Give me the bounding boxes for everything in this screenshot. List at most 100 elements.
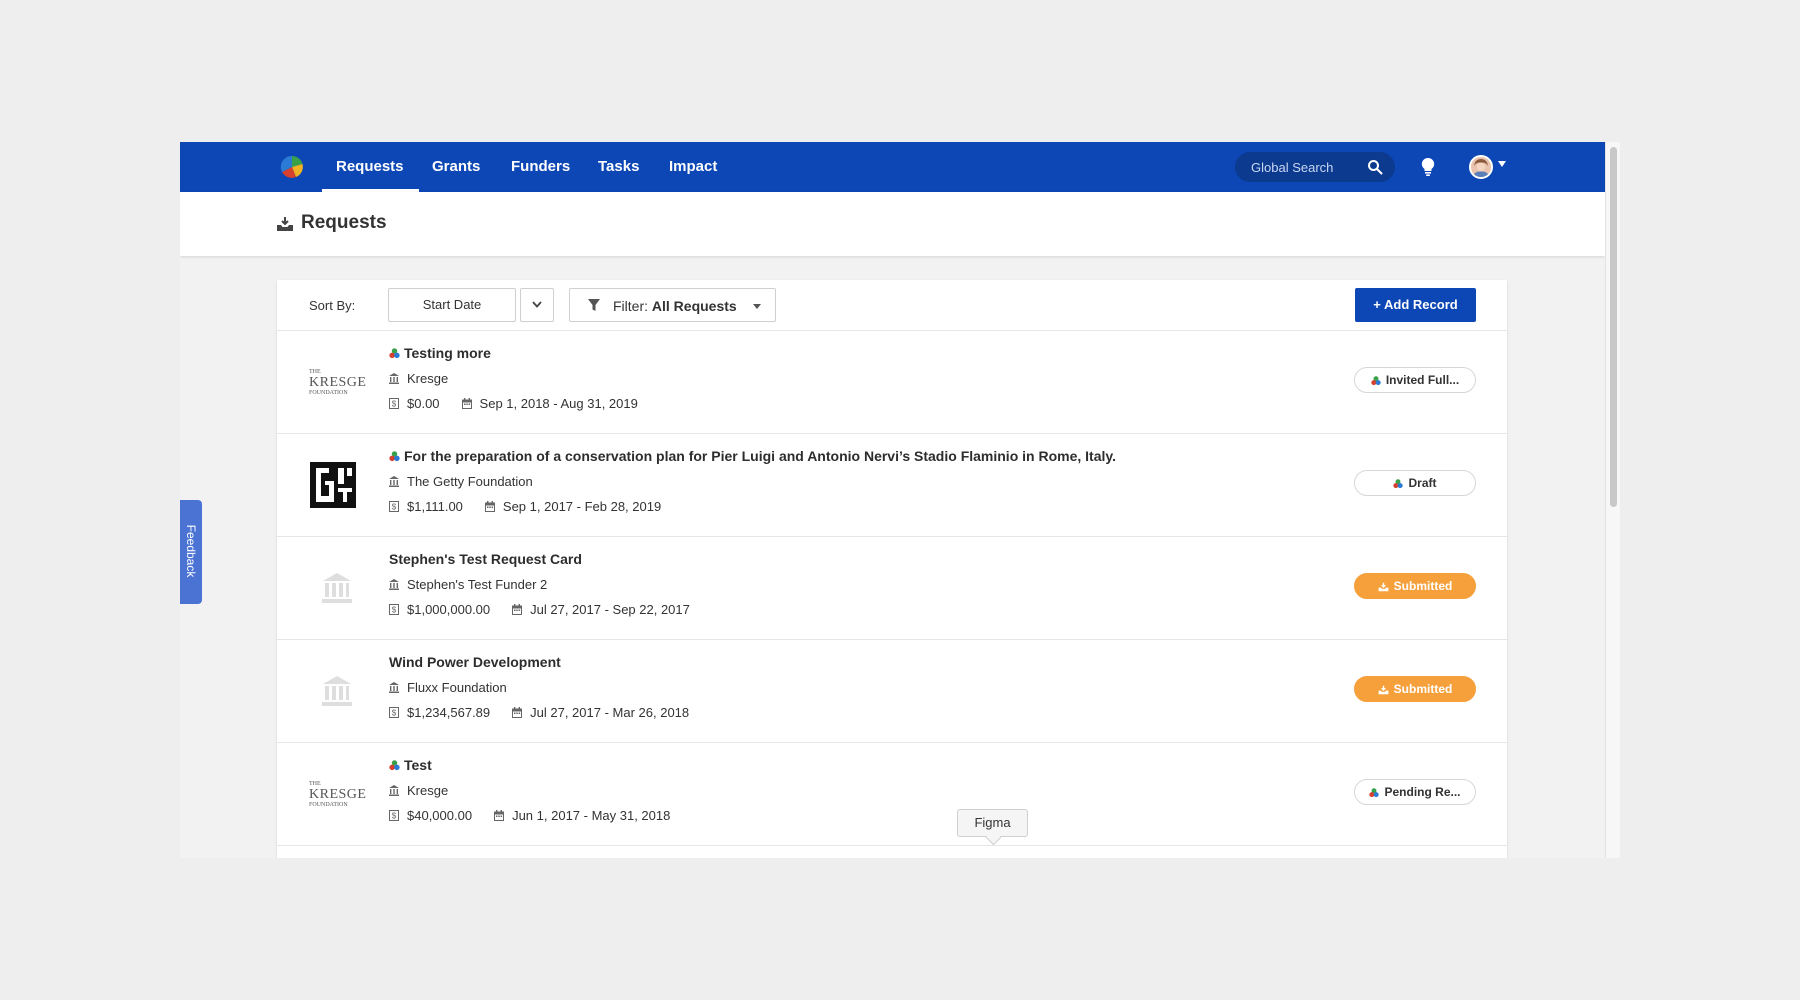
funder-icon bbox=[389, 785, 399, 796]
request-row[interactable]: Stephen's Test Request Card Stephen's Tes… bbox=[277, 537, 1507, 640]
status-label: Pending Re... bbox=[1384, 785, 1461, 799]
global-search bbox=[1235, 152, 1395, 182]
amount-icon: $ bbox=[389, 707, 399, 718]
nav-link-impact[interactable]: Impact bbox=[669, 142, 717, 192]
kresge-logo-main: KRESGE bbox=[309, 787, 366, 802]
request-dates: Jul 27, 2017 - Mar 26, 2018 bbox=[530, 705, 690, 720]
figma-tooltip: Figma bbox=[957, 809, 1028, 837]
scrollbar-thumb[interactable] bbox=[1610, 147, 1617, 507]
page-scrollbar[interactable] bbox=[1605, 142, 1620, 858]
request-amount: $1,000,000.00 bbox=[407, 602, 491, 617]
page-title: Requests bbox=[301, 212, 387, 233]
calendar-icon bbox=[461, 398, 472, 409]
kresge-logo-main: KRESGE bbox=[309, 375, 366, 390]
request-row[interactable]: THE KRESGE FOUNDATION Test Kresge $ $40,000.00… bbox=[277, 743, 1507, 846]
sort-field-select[interactable]: Start Date bbox=[388, 288, 516, 322]
requests-icon bbox=[277, 217, 293, 231]
request-meta: $ $1,000,000.00 Jul 27, 2017 - Sep 22, 201… bbox=[389, 602, 690, 617]
search-icon[interactable] bbox=[1367, 159, 1383, 175]
requests-toolbar: Sort By: Start Date Filter: All Requests… bbox=[277, 280, 1507, 331]
funder-icon bbox=[389, 579, 399, 590]
request-row[interactable]: Wind Power Development Fluxx Foundation $ $… bbox=[277, 640, 1507, 743]
nav-link-tasks[interactable]: Tasks bbox=[598, 142, 639, 192]
nav-link-funders[interactable]: Funders bbox=[511, 142, 570, 192]
request-title[interactable]: Wind Power Development bbox=[389, 654, 561, 670]
status-label: Submitted bbox=[1393, 682, 1453, 696]
filter-prefix: Filter: bbox=[613, 298, 648, 314]
funder-name: Stephen's Test Funder 2 bbox=[407, 577, 548, 592]
request-meta: $ $40,000.00 Jun 1, 2017 - May 31, 2018 bbox=[389, 808, 670, 823]
request-row[interactable]: THE KRESGE FOUNDATION Testing more Kresge $ $0… bbox=[277, 331, 1507, 434]
svg-text:$: $ bbox=[392, 709, 397, 718]
user-menu-caret-icon[interactable] bbox=[1498, 161, 1506, 167]
institution-placeholder-icon bbox=[307, 664, 367, 719]
institution-placeholder-icon bbox=[307, 561, 367, 616]
filter-dropdown[interactable]: Filter: All Requests bbox=[569, 288, 776, 322]
status-badge[interactable]: Draft bbox=[1354, 470, 1476, 496]
sort-direction-button[interactable] bbox=[520, 288, 554, 322]
request-title-text: Test bbox=[404, 757, 432, 773]
user-avatar[interactable] bbox=[1469, 155, 1493, 179]
calendar-icon bbox=[494, 810, 505, 821]
getty-logo bbox=[307, 458, 367, 513]
app-mini-icon bbox=[389, 760, 400, 771]
svg-text:$: $ bbox=[392, 606, 397, 615]
request-title[interactable]: Testing more bbox=[389, 345, 491, 361]
kresge-logo-bottom: FOUNDATION bbox=[309, 390, 348, 396]
svg-text:$: $ bbox=[392, 812, 397, 821]
status-badge[interactable]: Pending Re... bbox=[1354, 779, 1476, 805]
request-dates: Jun 1, 2017 - May 31, 2018 bbox=[512, 808, 671, 823]
filter-icon bbox=[588, 299, 600, 311]
request-funder: Fluxx Foundation bbox=[389, 680, 507, 695]
app-mini-icon bbox=[389, 451, 400, 462]
request-title[interactable]: Test bbox=[389, 757, 432, 773]
request-title-text: Stephen's Test Request Card bbox=[389, 551, 582, 567]
submitted-icon bbox=[1378, 582, 1389, 592]
caret-down-icon bbox=[753, 304, 761, 309]
request-row[interactable]: For the preparation of a conservation pl… bbox=[277, 434, 1507, 537]
status-badge[interactable]: Submitted bbox=[1354, 573, 1476, 599]
request-meta: $ $0.00 Sep 1, 2018 - Aug 31, 2019 bbox=[389, 396, 638, 411]
amount-icon: $ bbox=[389, 398, 399, 409]
add-record-button[interactable]: + Add Record bbox=[1355, 288, 1476, 322]
kresge-foundation-logo: THE KRESGE FOUNDATION bbox=[307, 767, 367, 822]
nav-link-requests[interactable]: Requests bbox=[322, 142, 418, 192]
request-funder: The Getty Foundation bbox=[389, 474, 533, 489]
request-title-text: Wind Power Development bbox=[389, 654, 561, 670]
amount-icon: $ bbox=[389, 604, 399, 615]
request-amount: $0.00 bbox=[407, 396, 440, 411]
submitted-icon bbox=[1378, 685, 1389, 695]
app-logo[interactable] bbox=[280, 155, 304, 179]
feedback-tab[interactable]: Feedback bbox=[180, 500, 202, 604]
request-meta: $ $1,111.00 Sep 1, 2017 - Feb 28, 2019 bbox=[389, 499, 661, 514]
user-avatar-image bbox=[1471, 157, 1491, 177]
top-navigation-bar: Requests Grants Funders Tasks Impact bbox=[180, 142, 1605, 192]
calendar-icon bbox=[512, 604, 523, 615]
request-title[interactable]: For the preparation of a conservation pl… bbox=[389, 448, 1116, 464]
funder-name: Kresge bbox=[407, 371, 449, 386]
calendar-icon bbox=[484, 501, 495, 512]
status-app-icon bbox=[1369, 788, 1380, 798]
request-funder: Kresge bbox=[389, 783, 448, 798]
request-amount: $1,234,567.89 bbox=[407, 705, 491, 720]
request-dates: Sep 1, 2017 - Feb 28, 2019 bbox=[502, 499, 662, 514]
svg-text:$: $ bbox=[392, 400, 397, 409]
request-title-text: Testing more bbox=[404, 345, 491, 361]
funder-icon bbox=[389, 476, 399, 487]
request-funder: Kresge bbox=[389, 371, 448, 386]
filter-label: Filter: All Requests bbox=[613, 298, 737, 314]
status-badge[interactable]: Invited Full... bbox=[1354, 367, 1476, 393]
nav-link-grants[interactable]: Grants bbox=[432, 142, 480, 192]
svg-text:$: $ bbox=[392, 503, 397, 512]
status-badge[interactable]: Submitted bbox=[1354, 676, 1476, 702]
request-meta: $ $1,234,567.89 Jul 27, 2017 - Mar 26, 201… bbox=[389, 705, 689, 720]
funder-name: Kresge bbox=[407, 783, 449, 798]
global-search-input[interactable] bbox=[1251, 152, 1366, 182]
app-mini-icon bbox=[389, 348, 400, 359]
requests-card: Sort By: Start Date Filter: All Requests… bbox=[277, 280, 1507, 858]
amount-icon: $ bbox=[389, 810, 399, 821]
lightbulb-icon[interactable] bbox=[1420, 157, 1436, 177]
request-title[interactable]: Stephen's Test Request Card bbox=[389, 551, 582, 567]
app-window: Requests Grants Funders Tasks Impact Glo… bbox=[180, 142, 1620, 858]
amount-icon: $ bbox=[389, 501, 399, 512]
